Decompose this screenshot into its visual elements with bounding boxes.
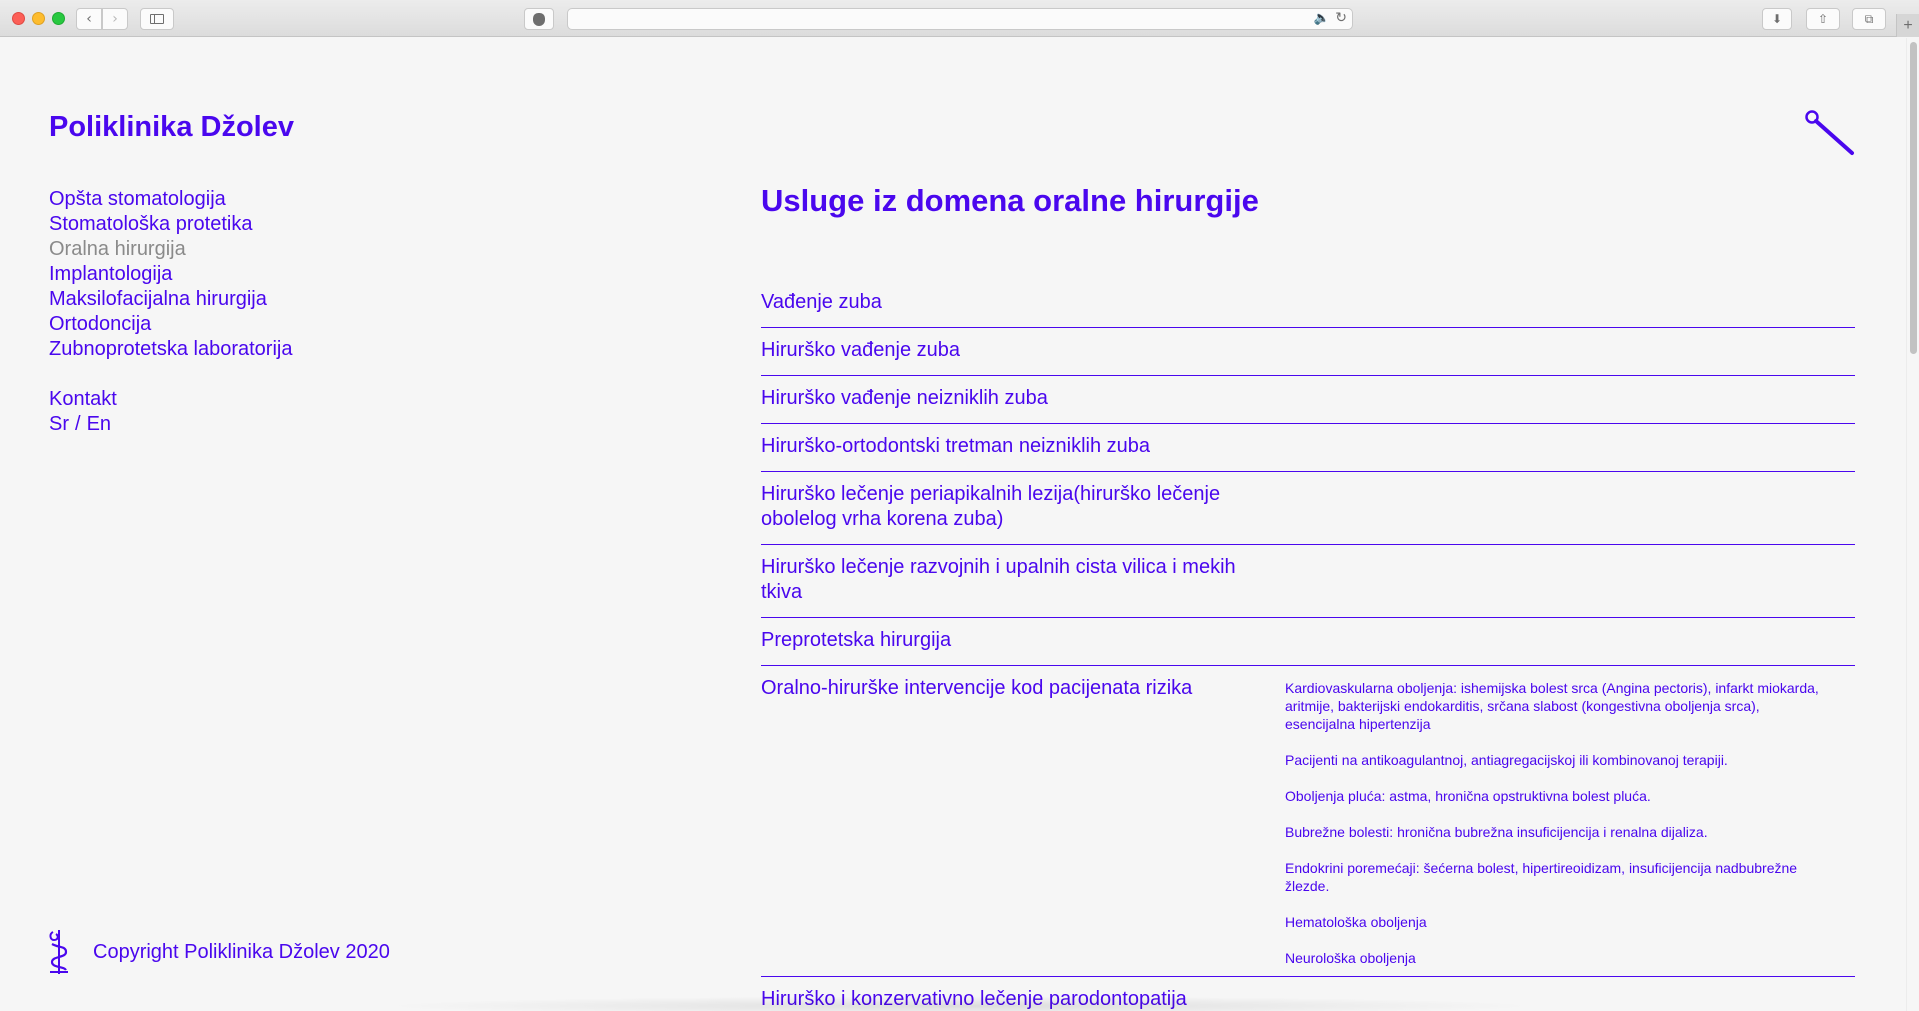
minimize-window-button[interactable] [32,12,45,25]
nav-item-zubnoprotetska-laboratorija[interactable]: Zubnoprotetska laboratorija [49,337,292,362]
service-title: Hirurško vađenje neizniklih zuba [761,387,1048,409]
nav-item-ortodoncija[interactable]: Ortodoncija [49,312,292,337]
forward-button[interactable]: › [102,8,128,30]
tab-overview-button[interactable]: ⧉ [1852,8,1886,30]
language-en-link[interactable]: En [87,412,111,437]
services-list: Vađenje zuba Hirurško vađenje zuba Hirur… [761,280,1855,1011]
download-icon: ⬇ [1771,12,1783,26]
service-item: Hirurško-ortodontski tretman neizniklih … [761,424,1855,472]
caduceus-tooth-icon [49,930,68,974]
service-title: Hirurško lečenje razvojnih i upalnih cis… [761,556,1236,603]
service-item: Vađenje zuba [761,280,1855,328]
detail-text: Oboljenja pluća: astma, hronična opstruk… [1285,788,1651,804]
shield-icon [533,12,545,26]
language-switcher: Sr / En [49,412,292,437]
zoom-window-button[interactable] [52,12,65,25]
reload-icon[interactable]: ↻ [1335,10,1347,26]
share-icon: ⇧ [1817,12,1829,26]
service-details: Kardiovaskularna oboljenja: ishemijska b… [1285,676,1831,967]
main-navigation: Opšta stomatologija Stomatološka proteti… [49,187,292,437]
vertical-scrollbar[interactable] [1906,38,1919,1011]
scrollbar-thumb[interactable] [1910,42,1917,354]
detail-text: Pacijenti na antikoagulantnoj, antiagreg… [1285,752,1728,768]
service-item: Hirurško vađenje zuba [761,328,1855,376]
service-title: Hirurško vađenje zuba [761,339,960,361]
nav-item-implantologija[interactable]: Implantologija [49,262,292,287]
nav-item-maksilofacijalna-hirurgija[interactable]: Maksilofacijalna hirurgija [49,287,292,312]
sidebar-icon [150,14,164,24]
detail-text: Endokrini poremećaji: šećerna bolest, hi… [1285,860,1798,894]
tabs-icon: ⧉ [1864,11,1874,26]
detail-text: Kardiovaskularna oboljenja: ishemijska b… [1285,680,1819,732]
nav-item-stomatoloska-protetika[interactable]: Stomatološka protetika [49,212,292,237]
plus-icon: + [1903,16,1913,34]
service-item-risk-patients: Oralno-hirurške intervencije kod pacijen… [761,666,1855,977]
nav-item-oralna-hirurgija[interactable]: Oralna hirurgija [49,237,292,262]
service-title: Oralno-hirurške intervencije kod pacijen… [761,677,1193,699]
main-content: Usluge iz domena oralne hirurgije Vađenj… [761,183,1855,1010]
address-bar[interactable]: 🔈 ↻ [567,8,1353,30]
detail-text: Neurološka oboljenja [1285,950,1416,966]
nav-item-kontakt[interactable]: Kontakt [49,387,292,412]
service-title: Vađenje zuba [761,291,882,313]
language-sr-link[interactable]: Sr [49,412,69,437]
new-tab-button[interactable]: + [1896,14,1919,37]
service-item: Preprotetska hirurgija [761,618,1855,666]
detail-text: Bubrežne bolesti: hronična bubrežna insu… [1285,824,1708,840]
language-separator: / [75,413,81,435]
detail-text: Hematološka oboljenja [1285,914,1427,930]
service-item: Hirurško lečenje periapikalnih lezija(hi… [761,472,1855,545]
service-title: Preprotetska hirurgija [761,629,952,651]
site-title-link[interactable]: Poliklinika Džolev [49,111,294,144]
search-icon[interactable] [1804,109,1856,161]
speaker-icon[interactable]: 🔈 [1314,11,1330,26]
service-item: Hirurško lečenje razvojnih i upalnih cis… [761,545,1855,618]
privacy-report-button[interactable] [524,8,554,30]
share-button[interactable]: ⇧ [1806,8,1840,30]
chevron-right-icon: › [112,11,118,27]
service-title: Hirurško lečenje periapikalnih lezija(hi… [761,483,1221,530]
chevron-left-icon: ‹ [86,11,92,27]
page-title: Usluge iz domena oralne hirurgije [761,183,1259,218]
sidebar-toggle-button[interactable] [140,8,174,30]
service-item: Hirurško vađenje neizniklih zuba [761,376,1855,424]
scroll-shadow [380,996,1540,1011]
copyright-text: Copyright Poliklinika Džolev 2020 [93,940,390,963]
footer: Copyright Poliklinika Džolev 2020 [44,928,390,976]
service-title: Hirurško-ortodontski tretman neizniklih … [761,435,1151,457]
downloads-button[interactable]: ⬇ [1762,8,1792,30]
nav-item-opsta-stomatologija[interactable]: Opšta stomatologija [49,187,292,212]
back-button[interactable]: ‹ [76,8,102,30]
close-window-button[interactable] [12,12,25,25]
browser-toolbar: ‹ › 🔈 ↻ ⬇ ⇧ ⧉ + [0,0,1919,37]
